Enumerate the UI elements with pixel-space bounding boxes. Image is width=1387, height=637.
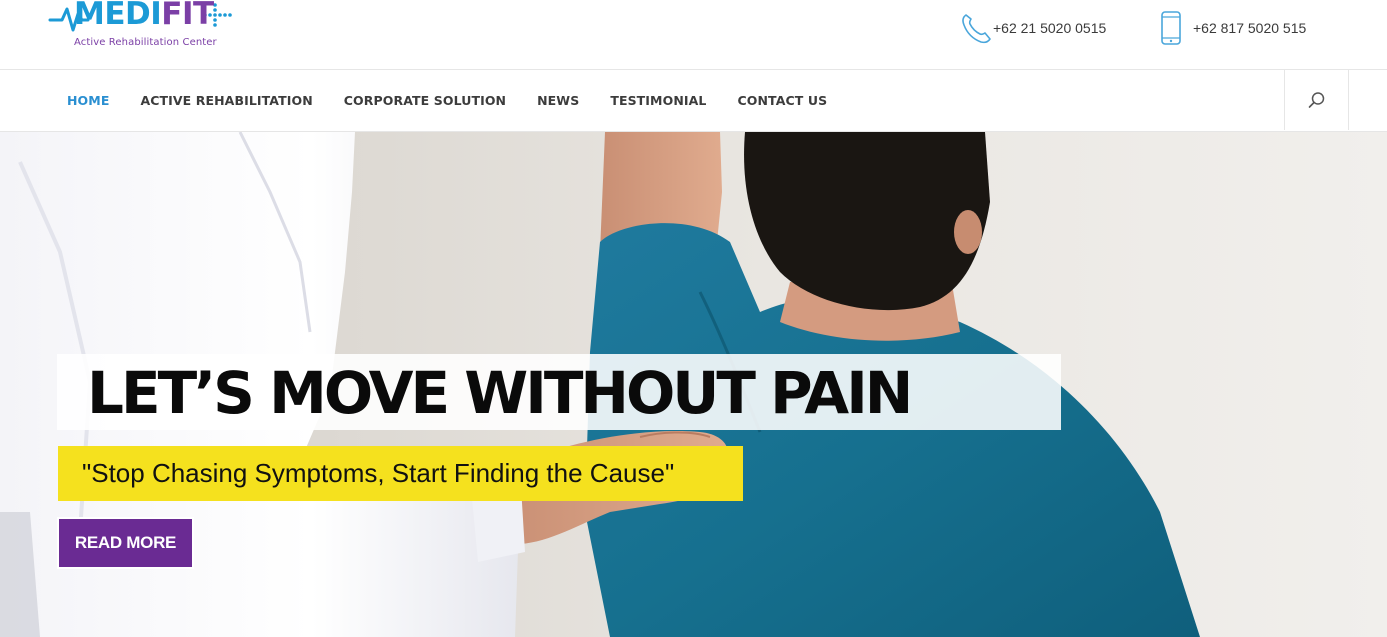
top-header: MEDIFIT Active Rehabilitation Center +62… (0, 0, 1387, 70)
hero-headline: LET’S MOVE WITHOUT PAIN (87, 359, 913, 427)
medifit-logo[interactable]: MEDIFIT Active Rehabilitation Center (48, 0, 238, 52)
logo-word-medi: MEDI (74, 0, 162, 32)
phone-icon (958, 10, 994, 46)
contact-landline[interactable]: +62 21 5020 0515 (958, 10, 1106, 46)
nav-item-home[interactable]: HOME (67, 93, 109, 108)
logo-word-fit: FIT (161, 0, 214, 32)
headline-panel: LET’S MOVE WITHOUT PAIN (57, 354, 1061, 430)
read-more-button[interactable]: READ MORE (57, 517, 194, 569)
nav-item-contact-us[interactable]: CONTACT US (737, 93, 827, 108)
hero-subheadline: "Stop Chasing Symptoms, Start Finding th… (82, 458, 675, 488)
search-button[interactable] (1284, 70, 1349, 130)
nav-item-news[interactable]: NEWS (537, 93, 579, 108)
hero-banner: LET’S MOVE WITHOUT PAIN "Stop Chasing Sy… (0, 132, 1387, 637)
logo-wordmark: MEDIFIT (74, 0, 214, 32)
nav-menu: HOME ACTIVE REHABILITATION CORPORATE SOL… (67, 70, 858, 131)
search-icon (1308, 92, 1324, 108)
nav-item-testimonial[interactable]: TESTIMONIAL (610, 93, 706, 108)
nav-item-corporate-solution[interactable]: CORPORATE SOLUTION (344, 93, 506, 108)
main-navigation: HOME ACTIVE REHABILITATION CORPORATE SOL… (0, 70, 1387, 132)
contact-mobile[interactable]: +62 817 5020 515 (1158, 10, 1306, 46)
landline-number: +62 21 5020 0515 (993, 20, 1107, 36)
mobile-phone-icon (1158, 10, 1194, 46)
mobile-number: +62 817 5020 515 (1193, 20, 1307, 36)
logo-tagline: Active Rehabilitation Center (74, 37, 217, 48)
subheadline-panel: "Stop Chasing Symptoms, Start Finding th… (58, 446, 743, 501)
nav-item-active-rehabilitation[interactable]: ACTIVE REHABILITATION (140, 93, 312, 108)
